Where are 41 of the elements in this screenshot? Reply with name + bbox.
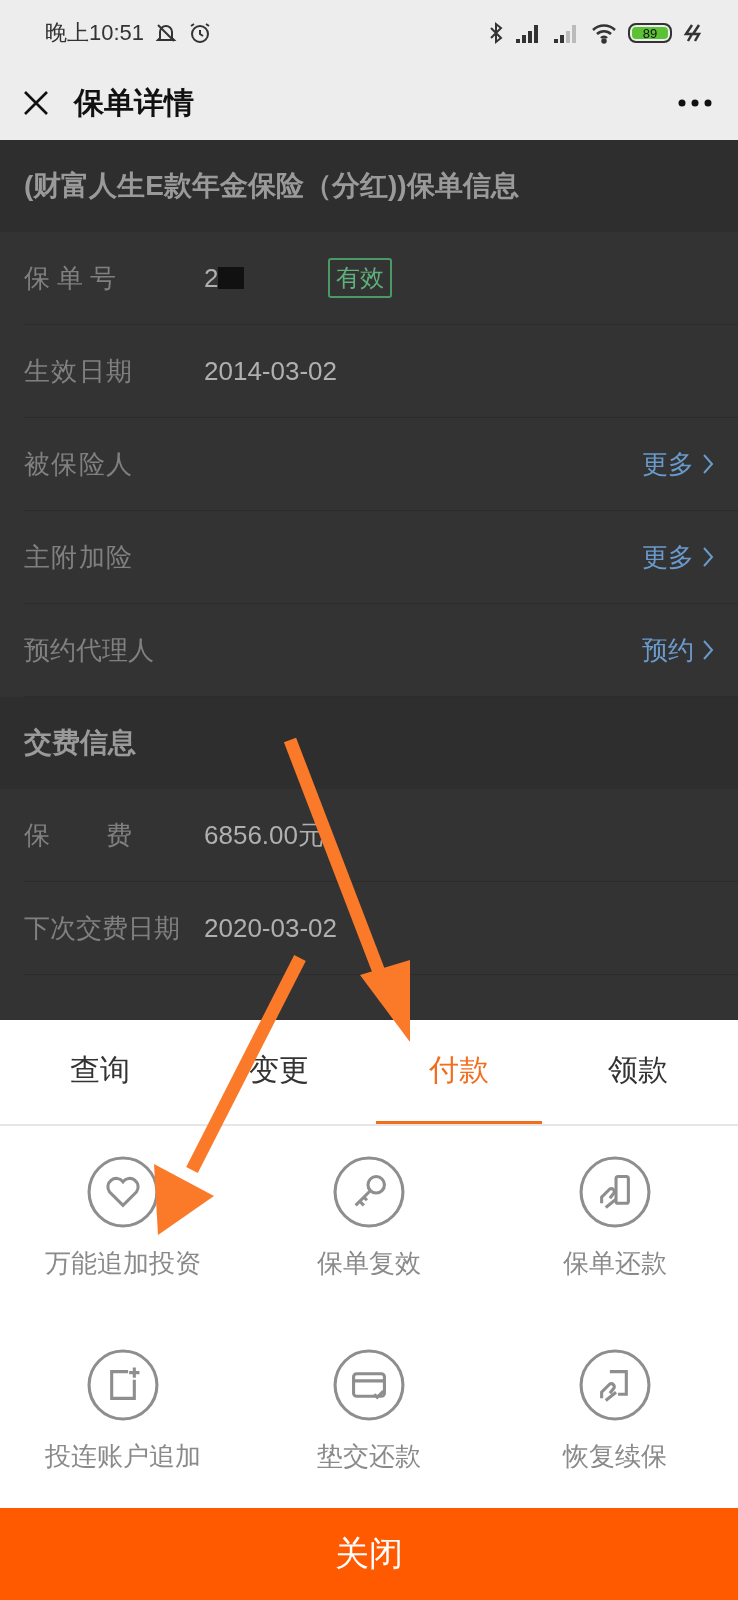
close-icon[interactable] <box>22 89 50 117</box>
card-check-icon <box>333 1349 405 1421</box>
action-button[interactable]: 万能追加投资 <box>0 1156 246 1315</box>
action-button[interactable]: 垫交还款 <box>246 1349 492 1508</box>
field-label: 保 单 号 <box>24 261 118 295</box>
wifi-icon <box>590 21 618 45</box>
action-button[interactable]: 恢复续保 <box>492 1349 738 1508</box>
section-title: (财富人生E款年金保险（分红))保单信息 <box>24 169 519 203</box>
battery-icon: 89 <box>628 23 672 43</box>
link-button[interactable]: 更多 <box>642 446 714 482</box>
status-tag: 有效 <box>328 258 393 298</box>
tab[interactable]: 领款 <box>555 1020 721 1124</box>
tab[interactable]: 变更 <box>196 1020 362 1124</box>
chevron-right-icon <box>702 546 714 568</box>
chevron-right-icon <box>702 639 714 661</box>
field-value: 2014-03-02 <box>204 355 337 387</box>
action-button[interactable]: 保单复效 <box>246 1156 492 1315</box>
tab[interactable]: 查询 <box>17 1020 183 1124</box>
more-icon[interactable] <box>678 99 712 107</box>
field-value: 2020-03-02 <box>204 912 337 944</box>
link-button[interactable]: 预约 <box>642 632 714 668</box>
field-label: 生效日期 <box>24 354 132 388</box>
chevron-right-icon <box>702 453 714 475</box>
clock-time: 晚上10:51 <box>45 19 145 47</box>
hand-document-icon <box>579 1349 651 1421</box>
key-icon <box>333 1156 405 1228</box>
field-label: 主附加险 <box>24 540 132 574</box>
field-label: 下次交费日期 <box>24 911 181 945</box>
field-label: 保 费 <box>24 818 132 852</box>
redaction-block <box>218 267 245 289</box>
bluetooth-icon <box>488 21 504 45</box>
field-label: 预约代理人 <box>24 633 155 667</box>
action-button[interactable]: 保单还款 <box>492 1156 738 1315</box>
hand-card-icon <box>579 1156 651 1228</box>
section-title: 交费信息 <box>24 726 136 760</box>
field-value: 2 <box>204 262 219 294</box>
page-title: 保单详情 <box>74 84 195 121</box>
close-button[interactable]: 关闭 <box>0 1508 738 1600</box>
action-button[interactable]: 投连账户追加 <box>0 1349 246 1508</box>
field-label: 被保险人 <box>24 447 132 481</box>
link-button[interactable]: 更多 <box>642 539 714 575</box>
